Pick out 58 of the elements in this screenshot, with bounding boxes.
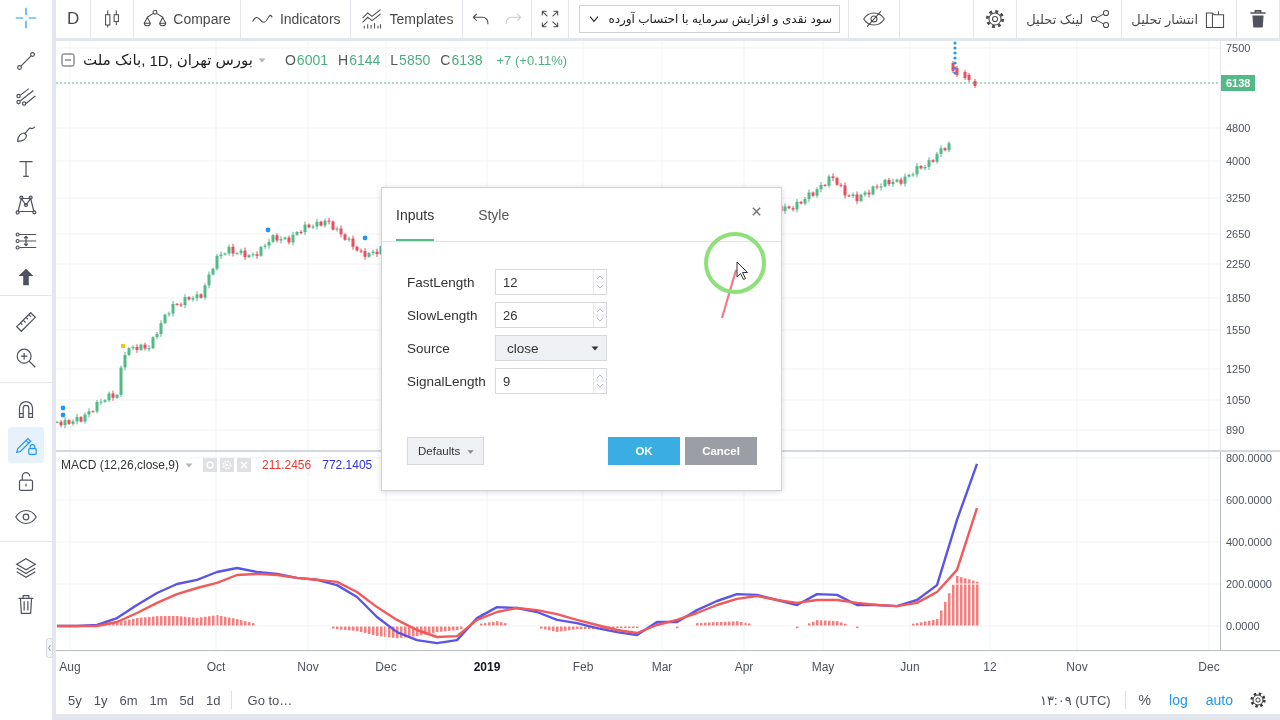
axis-label: 7500 [1226, 41, 1251, 55]
indicator-value: 772.1405 [322, 458, 373, 472]
publish-button[interactable]: انتشار تحلیل [1122, 0, 1237, 38]
time-axis-label: Dec [1198, 660, 1220, 674]
time-axis-label: Feb [572, 660, 594, 674]
preset-dropdown[interactable]: سود نقدی و افزایش سرمایه با احتساب آورده [579, 5, 840, 33]
clock-time: ۱۳:۰۹ (UTC) [1039, 692, 1112, 708]
axis-label: 200.0000 [1226, 577, 1272, 591]
axis-label: 1050 [1226, 393, 1251, 407]
time-axis-label: Apr [734, 660, 754, 674]
axis-label: 1250 [1226, 362, 1251, 376]
range-button[interactable]: 5y [62, 686, 88, 714]
axis-label: 2250 [1226, 257, 1251, 271]
axis-label: 600.0000 [1226, 492, 1272, 507]
range-button[interactable]: 1y [87, 686, 114, 714]
time-axis-label: Oct [206, 660, 226, 674]
line-chart-icon [359, 7, 384, 31]
interval-button[interactable]: D [56, 0, 92, 38]
settings-icon [1248, 690, 1268, 710]
range-button[interactable]: 6m [113, 686, 144, 714]
range-button[interactable]: 5d [173, 686, 201, 714]
time-axis-label: May [811, 660, 835, 674]
axis-label: 3250 [1226, 191, 1251, 205]
axis-label: 0.0000 [1226, 619, 1260, 634]
indicator-value: 211.2456 [262, 458, 312, 472]
axis-label: 4000 [1226, 154, 1251, 168]
time-axis-label: Jun [900, 660, 920, 674]
time-axis-label: 2019 [473, 660, 501, 674]
ruler-icon [13, 309, 39, 335]
zigzag-pattern-icon [13, 192, 39, 218]
crosshair-icon [13, 5, 39, 31]
time-axis-label: Dec [375, 660, 397, 674]
time-axis-label: Nov [297, 660, 319, 674]
layers-icon [13, 555, 39, 581]
last-price-tag: 6138 [1221, 75, 1256, 91]
axis-label: 2650 [1226, 227, 1251, 241]
compare-button[interactable]: Compare [134, 0, 241, 38]
axis-label: 890 [1226, 423, 1245, 437]
time-axis-label: Nov [1066, 660, 1088, 674]
templates-button[interactable]: Templates [350, 0, 464, 38]
axis-label: 1850 [1226, 291, 1251, 305]
range-button[interactable]: 1m [143, 686, 174, 714]
scale-option-button[interactable]: % [1129, 686, 1161, 714]
hide-button[interactable] [848, 0, 900, 38]
settings-button[interactable] [973, 0, 1018, 38]
go-to-button[interactable]: Go to… [235, 686, 299, 714]
axis-label: 400.0000 [1226, 534, 1272, 549]
axis-label: 1550 [1226, 323, 1251, 337]
share-button[interactable]: لینک تحلیل [1017, 0, 1123, 38]
time-axis-label: Mar [651, 660, 673, 674]
axis-label: 800.0000 [1226, 450, 1272, 465]
time-axis-label: Aug [59, 660, 81, 674]
collapse-handle-icon[interactable] [46, 638, 53, 658]
range-button[interactable]: 1d [200, 686, 227, 714]
indicator-title: MACD (12,26,close,9) [61, 458, 180, 472]
indicators-button[interactable]: Indicators [240, 0, 351, 38]
axis-label: 4800 [1226, 121, 1251, 135]
time-axis-label: 12 [983, 660, 997, 674]
